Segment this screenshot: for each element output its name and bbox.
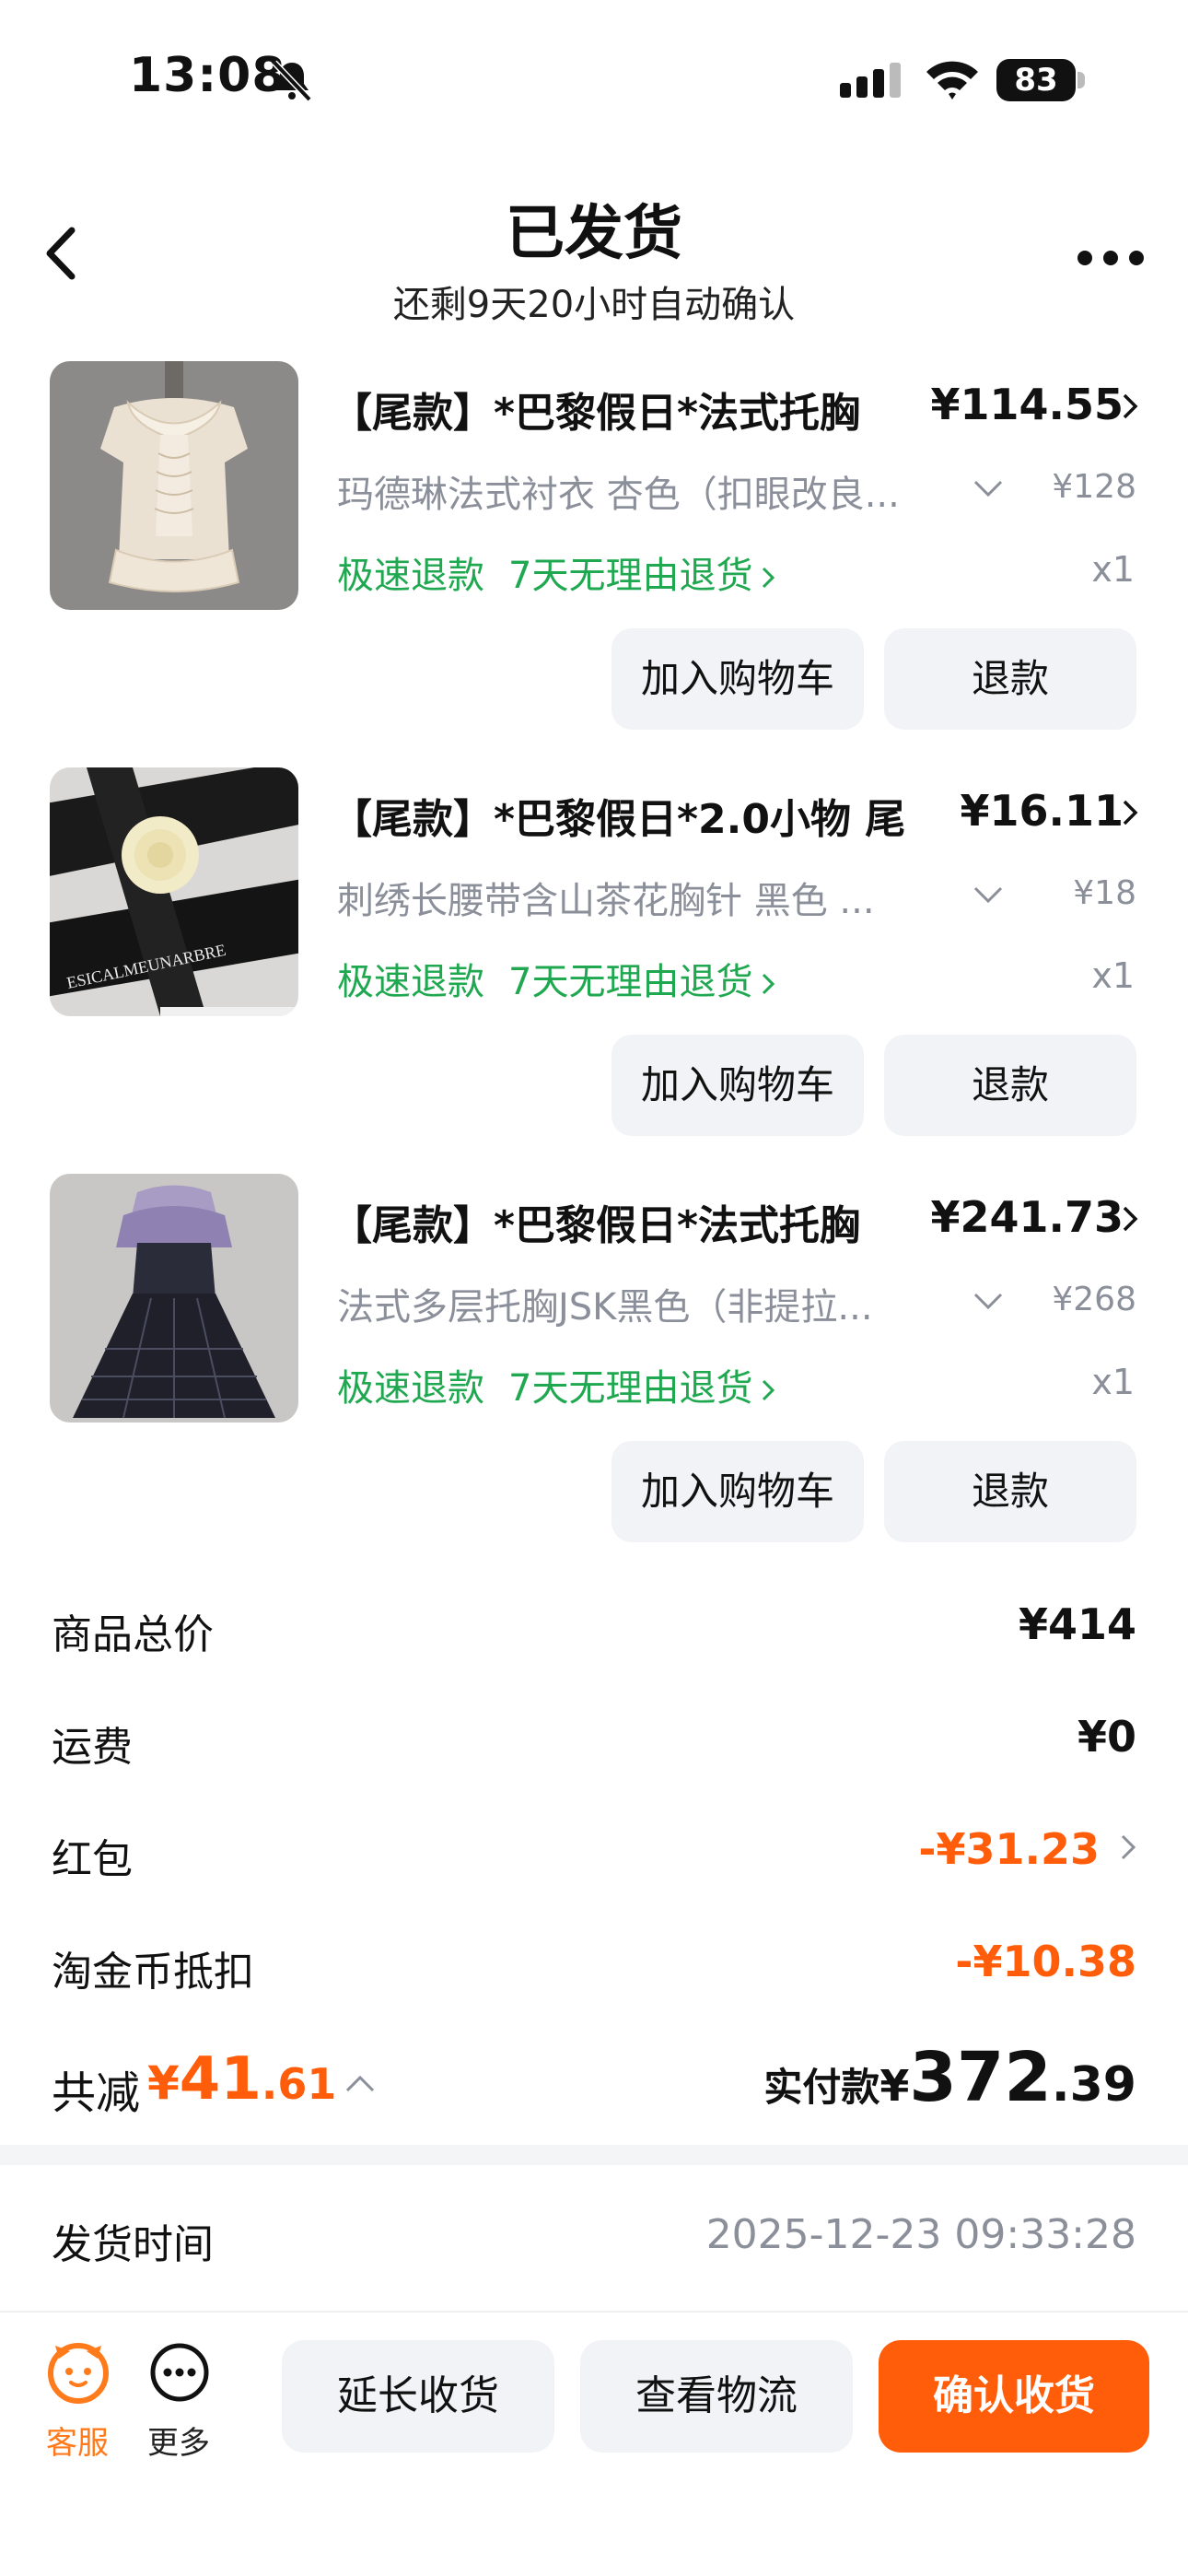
red-packet-label: 红包 [52,1836,133,1883]
page-title: 已发货 [506,200,682,268]
ship-time-label: 发货时间 [52,2221,214,2268]
product-image-belt[interactable]: ESICALMEUNARBRE [50,767,298,1016]
battery-level: 83 [996,59,1076,101]
item-spec[interactable]: 刺绣长腰带含山茶花胸针 黑色 ... [337,871,963,924]
extend-receipt-button[interactable]: 延长收货 [282,2340,554,2453]
goods-total-value: ¥414 [1018,1599,1136,1649]
chevron-right-icon [1123,393,1138,419]
blouse-image [50,361,298,610]
item-spec[interactable]: 玛德琳法式衬衣 杏色（扣眼改良... [337,464,963,518]
item-title[interactable]: 【尾款】*巴黎假日*2.0小物 尾 [332,786,930,845]
saved-decimal: .61 [261,2059,337,2109]
chevron-up-icon[interactable] [344,2075,376,2093]
chevron-right-icon [763,1379,775,1401]
battery-cap [1077,72,1085,88]
saved-currency: ¥ [147,2056,180,2110]
total-saved-amount[interactable]: ¥41.61 [147,2045,336,2113]
more-circle-icon [150,2343,209,2402]
section-divider [0,2145,1188,2165]
add-to-cart-button[interactable]: 加入购物车 [611,1441,864,1542]
add-to-cart-button[interactable]: 加入购物车 [611,628,864,730]
service-tags[interactable]: 极速退款 7天无理由退货 [337,952,775,1005]
confirm-receipt-button[interactable]: 确认收货 [879,2340,1149,2453]
customer-service-label: 客服 [46,2425,109,2462]
more-options-icon[interactable] [1076,247,1146,269]
coins-deduction-label: 淘金币抵扣 [52,1949,254,1996]
item-price: ¥114.55 [930,380,1124,429]
product-image-blouse[interactable] [50,361,298,610]
chevron-down-icon[interactable] [973,1292,1004,1310]
item-quantity: x1 [1091,1362,1135,1402]
item-quantity: x1 [1091,549,1135,590]
refund-button[interactable]: 退款 [884,1035,1136,1136]
service-tags[interactable]: 极速退款 7天无理由退货 [337,1358,775,1411]
item-price: ¥16.11 [960,786,1124,836]
total-saved-label: 共减 [52,2067,141,2119]
paid-decimal: .39 [1051,2057,1136,2113]
goods-total-label: 商品总价 [52,1611,214,1658]
red-packet-row[interactable]: 红包 -¥31.23 [52,1819,1136,1892]
item-original-price: ¥268 [1052,1281,1136,1318]
seven-day-return-tag: 7天无理由退货 [508,1367,753,1410]
chevron-right-icon [763,973,775,995]
order-item[interactable]: 【尾款】*巴黎假日*法式托胸 ¥241.73 法式多层托胸JSK黑色（非提拉..… [0,1174,1188,1579]
page-header: 已发货 还剩9天20小时自动确认 [0,175,1188,341]
goods-total-row: 商品总价 ¥414 [52,1594,1136,1668]
chevron-down-icon[interactable] [973,479,1004,498]
more-button[interactable]: 更多 [142,2340,215,2469]
chevron-right-icon [1123,800,1138,825]
cellular-signal-icon [840,63,901,98]
paid-currency: ¥ [879,2061,910,2111]
more-label: 更多 [147,2425,210,2462]
total-row: 共减 ¥41.61 实付款¥372.39 [52,2027,1136,2128]
add-to-cart-button[interactable]: 加入购物车 [611,1035,864,1136]
wifi-icon [926,61,978,100]
service-tags[interactable]: 极速退款 7天无理由退货 [337,545,775,599]
ship-time-row: 发货时间 2025-12-23 09:33:28 [52,2202,1136,2276]
order-item[interactable]: ESICALMEUNARBRE 【尾款】*巴黎假日*2.0小物 尾 ¥16.11… [0,767,1188,1173]
saved-integer: 41 [179,2045,262,2113]
refund-button[interactable]: 退款 [884,628,1136,730]
seven-day-return-tag: 7天无理由退货 [508,555,753,597]
item-title[interactable]: 【尾款】*巴黎假日*法式托胸 [332,1192,930,1251]
item-price: ¥241.73 [930,1192,1124,1242]
item-original-price: ¥18 [1073,874,1136,912]
coins-deduction-row: 淘金币抵扣 -¥10.38 [52,1931,1136,2005]
fast-refund-tag: 极速退款 [337,555,484,597]
paid-label: 实付款 [763,2065,880,2110]
status-bar: 13:08 83 [0,0,1188,157]
product-image-dress[interactable] [50,1174,298,1423]
customer-service-button[interactable]: 客服 [41,2340,114,2469]
ship-time-value: 2025-12-23 09:33:28 [705,2211,1136,2258]
chevron-right-icon [763,567,775,589]
dress-image [50,1174,298,1423]
bottom-action-bar: 客服 更多 延长收货 查看物流 确认收货 [0,2311,1188,2576]
fast-refund-tag: 极速退款 [337,961,484,1003]
status-time: 13:08 [129,48,286,103]
item-original-price: ¥128 [1052,468,1136,506]
bell-muted-icon [272,60,312,102]
red-packet-value: -¥31.23 [918,1824,1100,1874]
item-spec[interactable]: 法式多层托胸JSK黑色（非提拉... [337,1277,963,1330]
paid-amount: 实付款¥372.39 [763,2038,1136,2117]
auto-confirm-countdown: 还剩9天20小时自动确认 [392,284,796,326]
fast-refund-tag: 极速退款 [337,1367,484,1410]
shipping-fee-value: ¥0 [1077,1712,1136,1762]
item-quantity: x1 [1091,955,1135,996]
chevron-down-icon[interactable] [973,885,1004,904]
chevron-right-icon [1123,1206,1138,1232]
shipping-fee-label: 运费 [52,1724,133,1771]
battery-indicator: 83 [996,59,1085,101]
refund-button[interactable]: 退款 [884,1441,1136,1542]
seven-day-return-tag: 7天无理由退货 [508,961,753,1003]
order-item[interactable]: 【尾款】*巴黎假日*法式托胸 ¥114.55 玛德琳法式衬衣 杏色（扣眼改良..… [0,361,1188,767]
item-title[interactable]: 【尾款】*巴黎假日*法式托胸 [332,380,930,439]
view-logistics-button[interactable]: 查看物流 [580,2340,853,2453]
customer-service-icon [48,2343,109,2404]
coins-deduction-value: -¥10.38 [955,1937,1136,1986]
chevron-right-icon[interactable] [1120,1833,1136,1861]
paid-integer: 372 [909,2038,1052,2117]
belt-image: ESICALMEUNARBRE [50,767,298,1016]
shipping-fee-row: 运费 ¥0 [52,1706,1136,1780]
